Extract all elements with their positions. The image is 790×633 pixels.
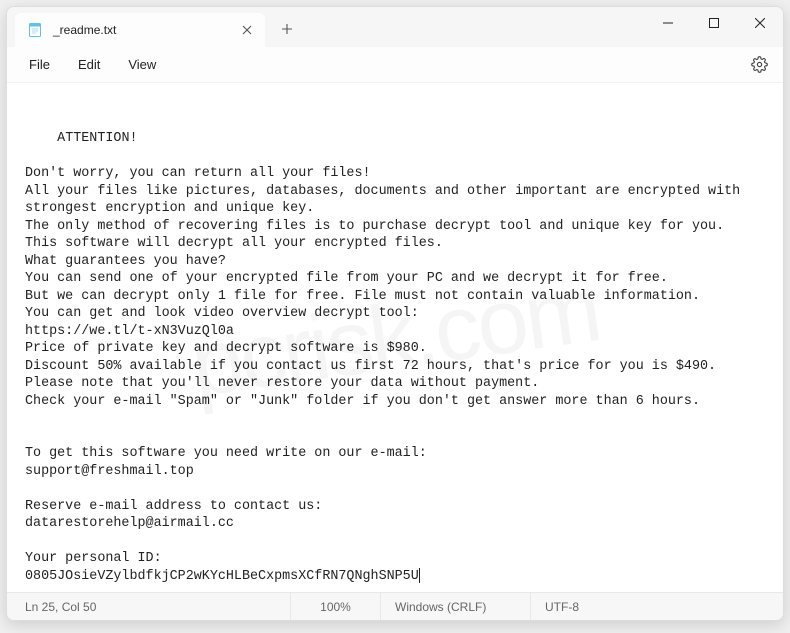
menu-file[interactable]: File bbox=[15, 52, 64, 77]
maximize-button[interactable] bbox=[691, 7, 737, 39]
tab-close-button[interactable] bbox=[239, 22, 255, 38]
titlebar: _readme.txt bbox=[7, 7, 783, 47]
status-zoom[interactable]: 100% bbox=[291, 593, 381, 620]
close-button[interactable] bbox=[737, 7, 783, 39]
settings-button[interactable] bbox=[743, 49, 775, 81]
status-encoding[interactable]: UTF-8 bbox=[531, 593, 631, 620]
status-line-ending[interactable]: Windows (CRLF) bbox=[381, 593, 531, 620]
text-caret bbox=[419, 568, 420, 583]
tab-title: _readme.txt bbox=[53, 23, 229, 37]
window-controls bbox=[645, 7, 783, 39]
minimize-button[interactable] bbox=[645, 7, 691, 39]
menu-view[interactable]: View bbox=[114, 52, 170, 77]
document-text: ATTENTION! Don't worry, you can return a… bbox=[25, 131, 748, 584]
status-cursor-position[interactable]: Ln 25, Col 50 bbox=[11, 593, 291, 620]
menubar: File Edit View bbox=[7, 47, 783, 83]
notepad-icon bbox=[27, 22, 43, 38]
notepad-window: _readme.txt File Edit View bbox=[6, 6, 784, 621]
new-tab-button[interactable] bbox=[271, 13, 303, 45]
menu-edit[interactable]: Edit bbox=[64, 52, 114, 77]
text-editor-area[interactable]: pcrisk.com ATTENTION! Don't worry, you c… bbox=[7, 83, 783, 592]
tab-active[interactable]: _readme.txt bbox=[15, 13, 265, 47]
statusbar: Ln 25, Col 50 100% Windows (CRLF) UTF-8 bbox=[7, 592, 783, 620]
